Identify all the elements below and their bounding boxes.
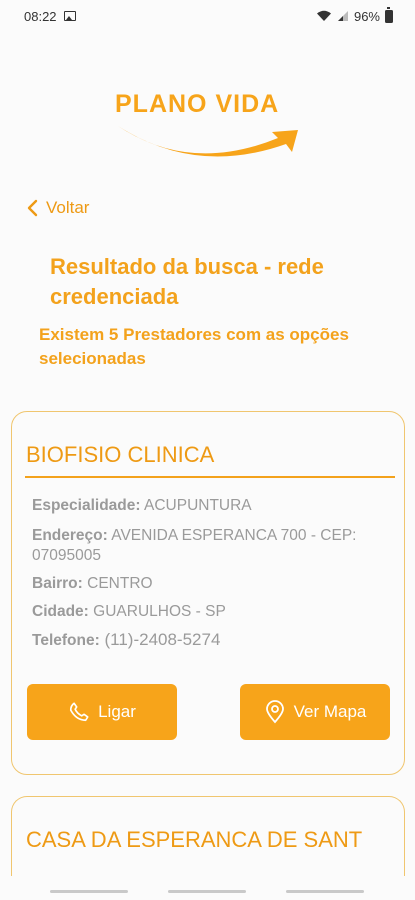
image-notification-icon (63, 11, 76, 21)
phone-icon (70, 702, 89, 722)
map-pin-icon (265, 700, 284, 724)
phone-field: Telefone: (11)-2408-5274 (32, 630, 382, 651)
wifi-icon (316, 10, 331, 21)
status-time: 08:22 (24, 8, 57, 24)
neighborhood-label: Bairro: (32, 575, 83, 592)
provider-name: BIOFISIO CLINICA (26, 442, 215, 467)
call-button-label: Ligar (98, 702, 136, 721)
address-label: Endereço: (32, 527, 108, 544)
back-button[interactable]: Voltar (26, 198, 89, 218)
specialty-field: Especialidade: ACUPUNTURA (32, 496, 382, 516)
page-title: Resultado da busca - rede credenciada (50, 254, 324, 309)
view-map-button[interactable]: Ver Mapa (240, 684, 390, 740)
nav-home-button[interactable] (168, 890, 246, 893)
provider-card: CASA DA ESPERANCA DE SANT (11, 796, 405, 876)
provider-card: BIOFISIO CLINICA Especialidade: ACUPUNTU… (11, 411, 405, 775)
chevron-left-icon (27, 199, 38, 217)
specialty-value: ACUPUNTURA (144, 497, 252, 514)
phone-label: Telefone: (32, 632, 100, 649)
nav-back-button[interactable] (286, 890, 364, 893)
status-left: 08:22 (24, 9, 76, 24)
view-map-label: Ver Mapa (293, 702, 367, 721)
battery-percent: 96% (353, 8, 380, 24)
neighborhood-value: CENTRO (87, 575, 153, 592)
provider-name: CASA DA ESPERANCA DE SANT (26, 827, 363, 852)
status-right: 96% (316, 6, 393, 24)
status-bar: 08:22 96% (0, 0, 415, 32)
logo-swoosh-icon (118, 126, 298, 157)
results-count-text: Existem 5 Prestadores com as opções sele… (39, 325, 349, 368)
city-field: Cidade: GUARULHOS - SP (32, 602, 382, 622)
signal-icon (337, 11, 348, 21)
nav-recents-button[interactable] (50, 890, 128, 893)
battery-icon (385, 6, 393, 23)
system-nav-bar (0, 876, 415, 900)
card-divider (25, 476, 395, 478)
plano-vida-logo: PLANO VIDA (100, 86, 315, 166)
address-field: Endereço: AVENIDA ESPERANCA 700 - CEP: 0… (32, 526, 382, 566)
call-button[interactable]: Ligar (27, 684, 177, 740)
city-label: Cidade: (32, 603, 89, 620)
back-label: Voltar (46, 198, 90, 217)
specialty-label: Especialidade: (32, 497, 141, 514)
phone-value: (11)-2408-5274 (104, 630, 221, 649)
city-value: GUARULHOS - SP (93, 603, 226, 620)
neighborhood-field: Bairro: CENTRO (32, 574, 382, 594)
